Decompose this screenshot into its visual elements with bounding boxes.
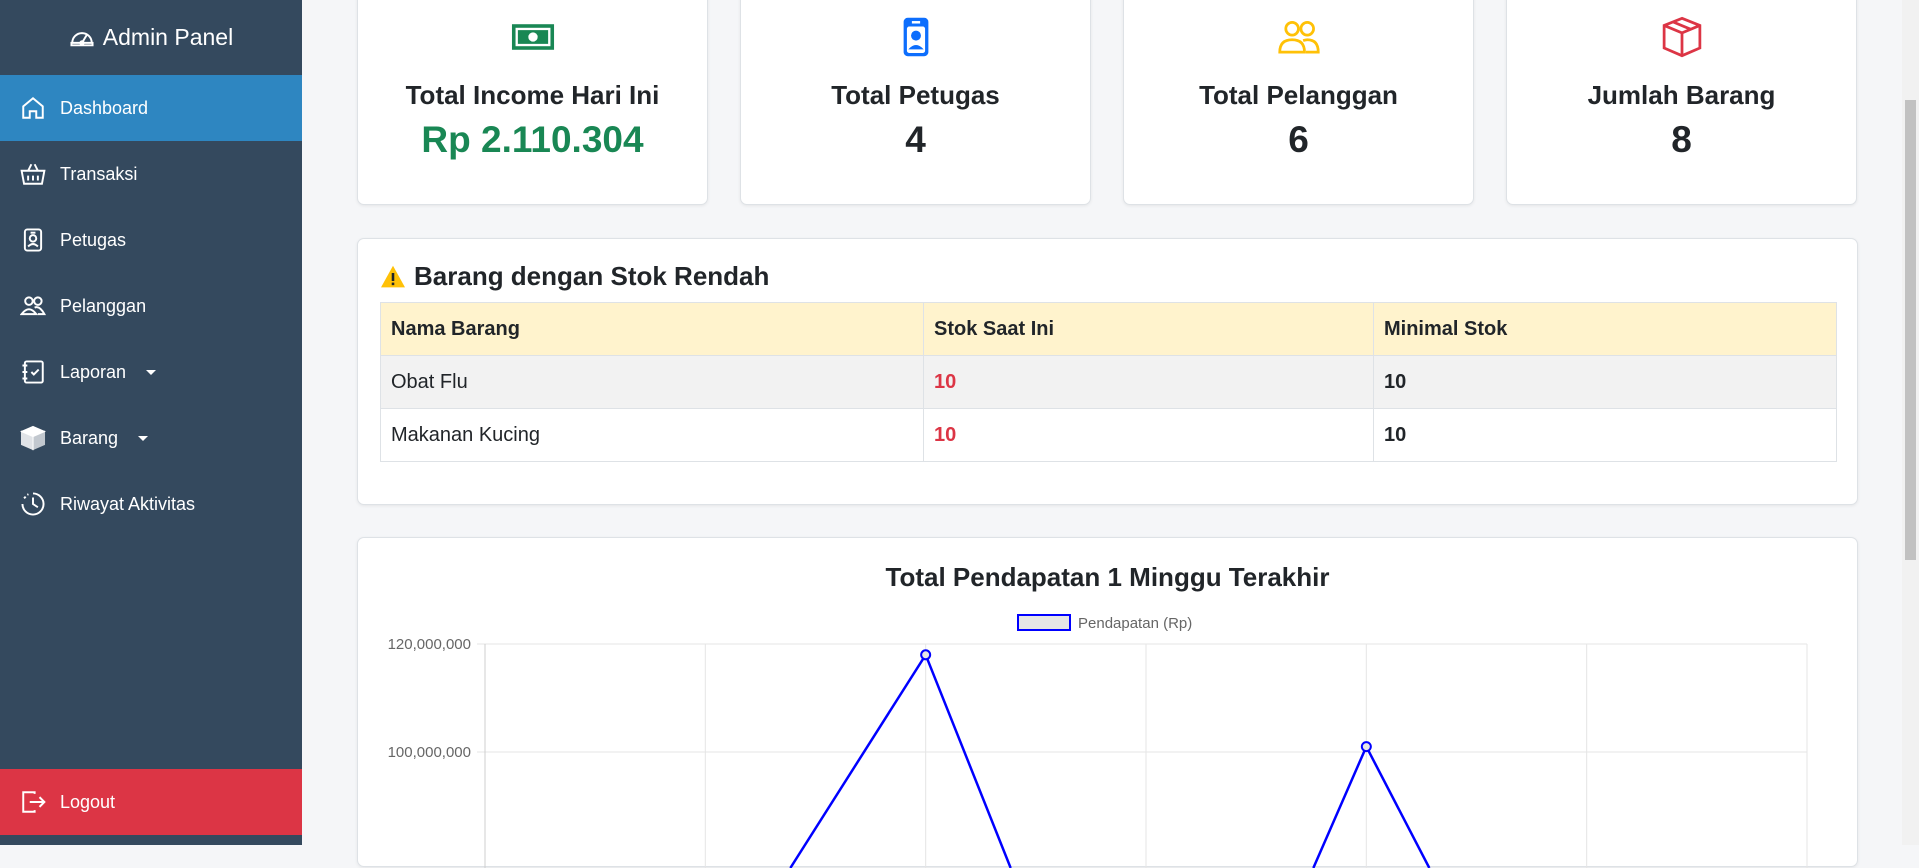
people-icon [20,296,46,316]
chart-card: Total Pendapatan 1 Minggu Terakhir Penda… [357,537,1858,868]
person-badge-icon [23,228,43,252]
sidebar-item-transaksi[interactable]: Transaksi [0,141,302,207]
data-point [920,649,932,661]
y-tick-label: 100,000,000 [388,744,471,761]
low-stock-card: Barang dengan Stok Rendah Nama Barang St… [357,238,1858,505]
stat-value: 6 [1288,119,1309,160]
brand[interactable]: Admin Panel [0,0,302,75]
chevron-down-icon [138,435,149,441]
sidebar-item-label: Pelanggan [60,295,147,316]
item-name: Makanan Kucing [380,408,924,462]
low-stock-title: Barang dengan Stok Rendah [414,261,770,291]
sidebar-item-label: Dashboard [60,97,149,118]
item-stock: 10 [923,408,1374,462]
item-min-stock: 10 [1373,408,1837,462]
stat-value: 8 [1671,119,1692,160]
brand-title: Admin Panel [102,24,234,50]
home-icon [22,96,44,119]
data-point [1360,741,1372,753]
item-stock: 10 [923,355,1374,409]
column-header: Stok Saat Ini [923,302,1374,356]
stat-card-pelanggan: Total Pelanggan 6 [1123,0,1474,205]
cash-icon [511,24,554,50]
sidebar-item-petugas[interactable]: Petugas [0,207,302,273]
legend-label: Pendapatan (Rp) [1078,615,1192,632]
column-header: Nama Barang [380,302,924,356]
series-line-segment [1312,743,1431,868]
stat-label: Total Pelanggan [1199,80,1398,110]
sidebar-item-label: Barang [60,427,119,448]
sidebar-item-label: Riwayat Aktivitas [60,493,196,514]
sidebar-item-label: Transaksi [60,163,138,184]
basket-icon [20,163,46,185]
sidebar-item-label: Petugas [60,229,127,250]
box-icon [20,425,46,451]
stat-label: Total Petugas [831,80,1000,110]
series-line-segment [789,652,1012,868]
box-icon [1662,16,1701,58]
revenue-line-chart: Pendapatan (Rp) 120,000,000 100,000,000 [388,614,1808,868]
sidebar-item-dashboard[interactable]: Dashboard [0,75,302,141]
sidebar-item-pelanggan[interactable]: Pelanggan [0,273,302,339]
people-icon [1277,21,1320,54]
scrollbar-thumb[interactable] [1905,100,1916,560]
stat-label: Total Income Hari Ini [405,80,660,110]
table-row: Makanan Kucing 10 10 [380,408,1837,462]
logout-icon [22,791,46,813]
speedometer-icon [70,31,94,46]
sidebar-item-barang[interactable]: Barang [0,405,302,471]
table-header-row: Nama Barang Stok Saat Ini Minimal Stok [380,302,1837,356]
stat-card-income: Total Income Hari Ini Rp 2.110.304 [357,0,708,205]
item-name: Obat Flu [380,355,924,409]
logout-button[interactable]: Logout [0,769,302,835]
column-header: Minimal Stok [1373,302,1837,356]
table-row: Obat Flu 10 10 [380,355,1837,409]
stat-value: Rp 2.110.304 [421,119,644,160]
stat-value: 4 [905,119,926,160]
stat-card-petugas: Total Petugas 4 [740,0,1091,205]
sidebar-item-riwayat-aktivitas[interactable]: Riwayat Aktivitas [0,471,302,537]
person-badge-icon [903,17,928,57]
low-stock-heading: Barang dengan Stok Rendah [380,261,769,292]
logout-label: Logout [60,791,116,812]
y-tick-label: 120,000,000 [388,636,471,653]
sidebar-item-laporan[interactable]: Laporan [0,339,302,405]
stat-label: Jumlah Barang [1587,80,1776,110]
legend-swatch [1017,614,1071,631]
sidebar: Admin Panel Dashboard Transaksi Petugas … [0,0,302,845]
sidebar-item-label: Laporan [60,361,127,382]
clock-history-icon [21,492,45,516]
stat-card-barang: Jumlah Barang 8 [1506,0,1857,205]
warning-icon [381,265,405,287]
low-stock-table: Nama Barang Stok Saat Ini Minimal Stok O… [380,302,1837,462]
chevron-down-icon [146,369,157,375]
item-min-stock: 10 [1373,355,1837,409]
journal-check-icon [22,360,44,384]
